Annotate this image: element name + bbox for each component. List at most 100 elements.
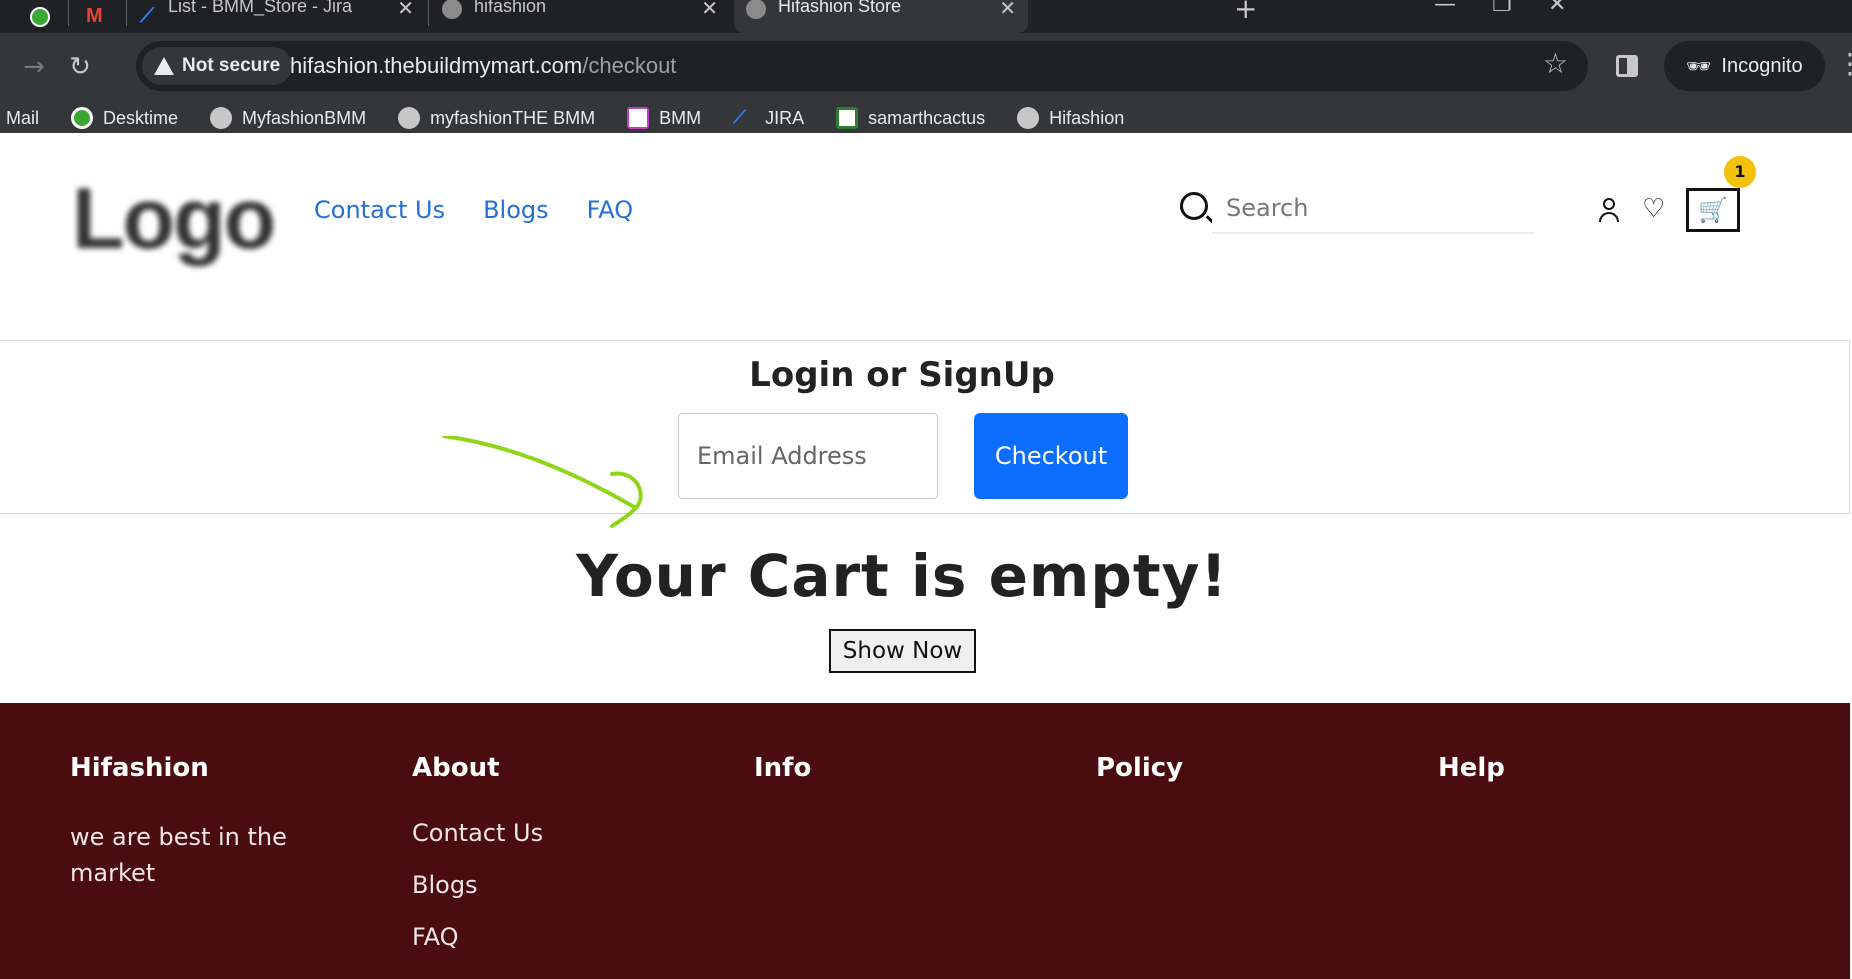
incognito-chip[interactable]: 🕶 Incognito <box>1664 41 1825 91</box>
globe-icon <box>210 107 233 129</box>
close-icon[interactable]: ✕ <box>701 0 718 21</box>
email-field[interactable] <box>678 413 938 499</box>
footer-link-contact-us[interactable]: Contact Us <box>412 819 543 847</box>
bookmark-desktime[interactable]: Desktime <box>71 107 178 129</box>
restore-icon[interactable]: ❐ <box>1492 0 1512 17</box>
show-now-button[interactable]: Show Now <box>829 629 976 673</box>
bookmark-bmm[interactable]: BMM <box>627 107 701 129</box>
globe-icon <box>1017 107 1040 129</box>
url-text[interactable]: hifashion.thebuildmymart.com/checkout <box>290 53 676 79</box>
footer-col-about: About Contact Us Blogs FAQ <box>412 753 543 975</box>
cactus-icon <box>836 107 859 129</box>
side-panel-icon[interactable] <box>1616 55 1638 77</box>
checkout-button[interactable]: Checkout <box>974 413 1128 499</box>
tab-hifashion[interactable]: hifashion ✕ <box>442 0 730 33</box>
bookmark-samarthcactus[interactable]: samarthcactus <box>836 107 985 129</box>
bookmark-label: JIRA <box>765 107 805 128</box>
user-icon-body <box>1599 212 1619 222</box>
bookmark-label: BMM <box>659 107 702 128</box>
footer-link-blogs[interactable]: Blogs <box>412 871 543 899</box>
footer-col-policy: Policy <box>1096 753 1183 819</box>
bookmark-label: MyfashionBMM <box>242 107 367 128</box>
web-page: Logo Contact Us Blogs FAQ ♡ 🛒 1 Login or… <box>0 154 1852 979</box>
green-app-icon <box>30 6 50 27</box>
user-account-icon[interactable] <box>1598 198 1620 224</box>
bookmark-mail[interactable]: Mail <box>6 108 39 129</box>
tab-pinned-app[interactable] <box>30 0 90 33</box>
footer-col-info: Info <box>754 753 811 819</box>
desktime-icon <box>71 107 94 129</box>
close-icon[interactable]: ✕ <box>999 0 1016 21</box>
bookmark-hifashion[interactable]: Hifashion <box>1017 107 1124 129</box>
tab-separator <box>68 0 69 26</box>
user-icon-head <box>1603 198 1615 210</box>
bookmark-label: Desktime <box>103 107 179 128</box>
search-box <box>1176 184 1536 234</box>
reload-icon[interactable]: ↻ <box>64 51 96 83</box>
footer-heading: Help <box>1438 753 1505 783</box>
warning-icon <box>154 57 174 75</box>
minimize-icon[interactable]: — <box>1434 0 1456 17</box>
incognito-label: Incognito <box>1721 54 1803 77</box>
bookmarks-bar: Mail Desktime MyfashionBMM myfashionTHE … <box>0 103 1156 133</box>
footer-col-hifashion: Hifashion we are best in the market <box>70 753 310 891</box>
tab-separator <box>126 0 127 26</box>
browser-tab-bar: M ⟋ List - BMM_Store - Jira ✕ hifashion … <box>0 0 1852 33</box>
site-header: Logo Contact Us Blogs FAQ ♡ 🛒 1 <box>0 154 1852 339</box>
empty-cart-message: Your Cart is empty! <box>576 542 1228 610</box>
jira-icon: ⟋ <box>140 5 154 27</box>
cart-count-badge: 1 <box>1724 156 1756 188</box>
footer-tagline: we are best in the market <box>70 823 287 887</box>
tab-title: Hifashion Store <box>778 0 902 16</box>
bookmark-label: Hifashion <box>1049 107 1125 128</box>
bookmark-label: samarthcactus <box>868 107 986 128</box>
nav-faq[interactable]: FAQ <box>587 196 634 224</box>
globe-icon <box>746 0 766 19</box>
site-logo[interactable]: Logo <box>72 170 276 269</box>
login-title: Login or SignUp <box>749 355 1055 395</box>
gmail-icon: M <box>86 5 103 27</box>
menu-kebab-icon[interactable]: ⋮ <box>1836 47 1852 80</box>
url-path: /checkout <box>582 53 677 78</box>
close-icon[interactable]: ✕ <box>397 0 414 21</box>
search-input[interactable] <box>1212 184 1534 234</box>
footer-link-faq[interactable]: FAQ <box>412 923 543 951</box>
jira-icon: ⟋ <box>733 107 746 127</box>
bookmark-myfashion-the-bmm[interactable]: myfashionTHE BMM <box>398 107 595 129</box>
footer-col-help: Help <box>1438 753 1505 819</box>
nav-contact-us[interactable]: Contact Us <box>314 196 445 224</box>
bookmark-star-icon[interactable]: ☆ <box>1543 47 1568 80</box>
footer-heading: Info <box>754 753 812 783</box>
address-bar[interactable]: Not secure hifashion.thebuildmymart.com/… <box>136 41 1588 91</box>
close-window-icon[interactable]: ✕ <box>1548 0 1566 17</box>
forward-icon[interactable]: → <box>18 51 50 83</box>
tab-title: List - BMM_Store - Jira <box>168 0 353 16</box>
annotation-arrow <box>442 436 643 528</box>
bookmark-label: myfashionTHE BMM <box>430 107 596 128</box>
wishlist-heart-icon[interactable]: ♡ <box>1642 194 1665 224</box>
nav-blogs[interactable]: Blogs <box>483 196 549 224</box>
tab-title: hifashion <box>474 0 547 16</box>
bmm-icon <box>627 107 650 129</box>
cart-button[interactable]: 🛒 <box>1686 188 1740 232</box>
incognito-icon: 🕶 <box>1686 55 1712 78</box>
globe-icon <box>398 107 421 129</box>
footer-heading: About <box>412 753 500 783</box>
search-icon[interactable] <box>1180 192 1208 220</box>
tab-hifashion-store[interactable]: Hifashion Store ✕ <box>734 0 1028 33</box>
security-chip[interactable]: Not secure <box>142 47 293 85</box>
globe-icon <box>442 0 462 19</box>
bookmark-label: Mail <box>6 107 40 128</box>
url-host: hifashion.thebuildmymart.com <box>290 53 583 78</box>
login-signup-section: Login or SignUp Checkout <box>0 340 1850 514</box>
footer-heading: Hifashion <box>70 753 209 783</box>
tab-gmail[interactable]: M <box>86 0 126 33</box>
main-nav: Contact Us Blogs FAQ <box>314 196 633 224</box>
new-tab-button[interactable]: + <box>1234 0 1257 25</box>
tab-jira[interactable]: ⟋ List - BMM_Store - Jira ✕ <box>140 0 426 33</box>
security-label: Not secure <box>182 55 281 76</box>
bookmark-myfashionbmm[interactable]: MyfashionBMM <box>210 107 366 129</box>
bookmark-jira[interactable]: ⟋ JIRA <box>733 107 804 129</box>
browser-toolbar: → ↻ Not secure hifashion.thebuildmymart.… <box>0 33 1852 133</box>
site-footer: Hifashion we are best in the market Abou… <box>0 703 1850 979</box>
